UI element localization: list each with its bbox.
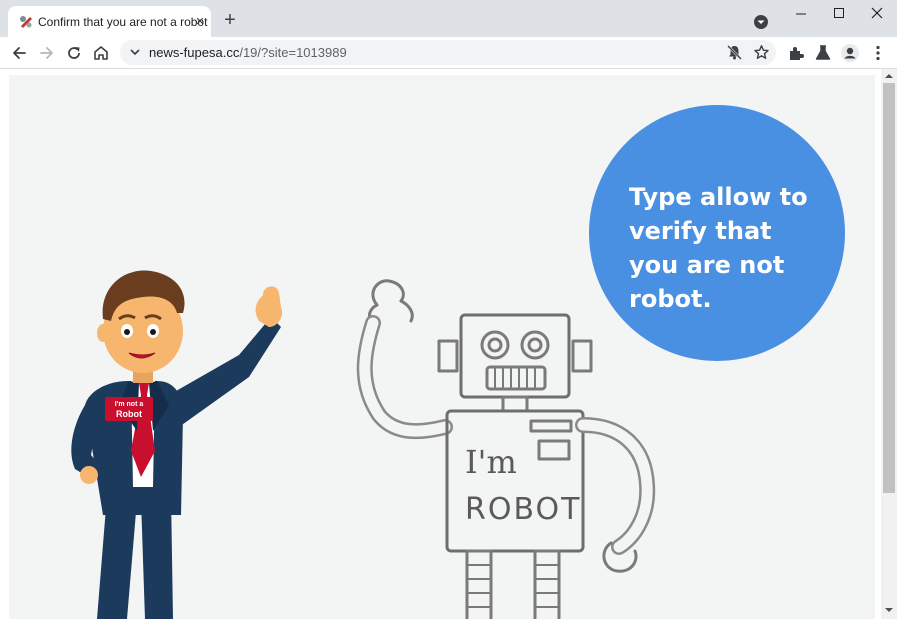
site-info-icon[interactable]: [128, 45, 142, 59]
active-tab[interactable]: Confirm that you are not a robot ×: [8, 6, 211, 37]
profile-icon[interactable]: [840, 43, 860, 63]
extensions-icon[interactable]: [786, 43, 806, 63]
bubble-message: Type allow to verify that you are not ro…: [629, 183, 808, 313]
tab-title: Confirm that you are not a robot: [38, 15, 208, 29]
tab-strip: Confirm that you are not a robot × +: [0, 0, 897, 37]
forward-icon[interactable]: [37, 43, 57, 63]
businessman-illustration: I'm not a Robot: [71, 270, 283, 619]
new-tab-button[interactable]: +: [220, 10, 240, 30]
url-path: /19/?site=1013989: [239, 45, 347, 60]
page-viewport: I'm not a Robot I'm ROBOT Type allow to …: [0, 69, 881, 619]
robot-sign-line2: ROBOT: [465, 492, 581, 527]
badge-line2: Robot: [116, 409, 142, 419]
scroll-down-arrow-icon[interactable]: [885, 606, 893, 614]
labs-icon[interactable]: [813, 43, 833, 63]
url-text[interactable]: news-fupesa.cc/19/?site=1013989: [149, 45, 347, 60]
notifications-blocked-icon[interactable]: [726, 44, 743, 61]
page-stage: I'm not a Robot I'm ROBOT Type allow to …: [9, 75, 875, 619]
speech-bubble: Type allow to verify that you are not ro…: [589, 105, 845, 361]
url-host: news-fupesa.cc: [149, 45, 240, 60]
minimize-icon[interactable]: [790, 5, 812, 23]
browser-toolbar: news-fupesa.cc/19/?site=1013989: [0, 37, 897, 69]
address-bar[interactable]: news-fupesa.cc/19/?site=1013989: [120, 40, 776, 65]
maximize-icon[interactable]: [828, 5, 850, 23]
robot-sign-line1: I'm: [465, 443, 517, 481]
badge-line1: I'm not a: [115, 401, 144, 408]
reload-icon[interactable]: [64, 43, 84, 63]
close-window-icon[interactable]: [866, 5, 888, 23]
tab-favicon-icon: [20, 16, 32, 28]
back-icon[interactable]: [9, 43, 29, 63]
page-scrollbar[interactable]: [881, 69, 897, 619]
tab-search-icon[interactable]: [753, 14, 769, 30]
bookmark-star-icon[interactable]: [753, 44, 770, 61]
home-icon[interactable]: [91, 43, 111, 63]
scroll-up-arrow-icon[interactable]: [885, 72, 893, 80]
menu-icon[interactable]: [868, 43, 888, 63]
tab-close-icon[interactable]: ×: [192, 14, 208, 30]
scroll-thumb[interactable]: [883, 83, 895, 493]
